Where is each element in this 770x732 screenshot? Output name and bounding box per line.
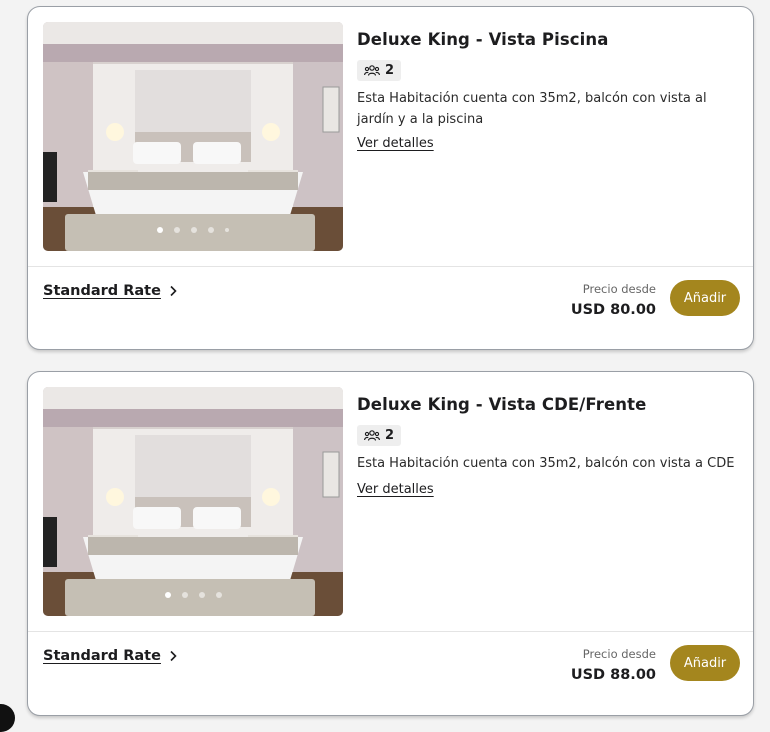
carousel-dots [43, 592, 343, 598]
room-card: Deluxe King - Vista Piscina 2 Esta Habit… [27, 6, 754, 350]
room-photo [43, 387, 343, 616]
chat-widget-button[interactable] [0, 704, 15, 732]
price-label: Precio desde [582, 647, 656, 661]
add-button[interactable]: Añadir [670, 645, 740, 681]
people-group-icon [364, 65, 380, 76]
chevron-right-icon [170, 650, 177, 662]
room-card: Deluxe King - Vista CDE/Frente 2 Esta Ha… [27, 371, 754, 716]
carousel-dot[interactable] [181, 592, 188, 598]
price-block: Precio desde USD 80.00 [571, 281, 656, 321]
guest-count: 2 [385, 63, 395, 78]
room-photo [43, 22, 343, 251]
view-details-link[interactable]: Ver detalles [357, 482, 434, 497]
carousel-dot[interactable] [225, 228, 229, 232]
rate-label: Standard Rate [43, 283, 161, 299]
room-title: Deluxe King - Vista Piscina [357, 30, 609, 49]
carousel-dot[interactable] [157, 227, 163, 233]
room-title: Deluxe King - Vista CDE/Frente [357, 395, 647, 414]
price-label: Precio desde [582, 282, 656, 296]
rate-link[interactable]: Standard Rate [43, 648, 177, 664]
room-photo-carousel[interactable] [43, 387, 343, 616]
rate-label: Standard Rate [43, 648, 161, 664]
view-details-link[interactable]: Ver detalles [357, 136, 434, 151]
carousel-dots [43, 227, 343, 233]
carousel-dot[interactable] [208, 227, 214, 233]
room-description: Esta Habitación cuenta con 35m2, balcón … [357, 456, 735, 471]
rate-link[interactable]: Standard Rate [43, 283, 177, 299]
guest-capacity-badge: 2 [357, 60, 402, 81]
price-block: Precio desde USD 88.00 [571, 646, 656, 686]
carousel-dot[interactable] [164, 592, 171, 598]
carousel-dot[interactable] [191, 227, 197, 233]
room-photo-carousel[interactable] [43, 22, 343, 251]
guest-capacity-badge: 2 [357, 425, 402, 446]
chevron-right-icon [170, 285, 177, 297]
room-description: Esta Habitación cuenta con 35m2, balcón … [357, 91, 707, 127]
carousel-dot[interactable] [198, 592, 205, 598]
carousel-dot[interactable] [174, 227, 180, 233]
add-button[interactable]: Añadir [670, 280, 740, 316]
carousel-dot[interactable] [215, 592, 222, 598]
people-group-icon [364, 430, 380, 441]
price-value: USD 80.00 [570, 302, 656, 318]
guest-count: 2 [385, 428, 395, 443]
price-value: USD 88.00 [570, 667, 656, 683]
